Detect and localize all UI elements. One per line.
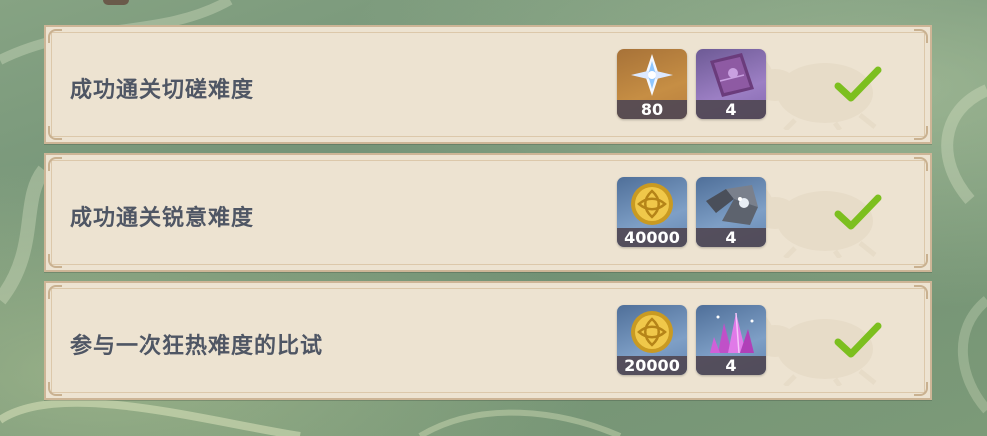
reward-count: 80 [617,100,687,119]
checkmark-icon [834,322,882,358]
heros-wit-book-icon [710,53,754,97]
reward-item-enhancement-ore[interactable]: 4 [696,177,766,247]
reward-count: 20000 [617,356,687,375]
corner-ornament [48,29,62,43]
corner-ornament [914,254,928,268]
corner-ornament [48,382,62,396]
task-label: 成功通关切磋难度 [70,78,255,103]
corner-ornament [914,285,928,299]
corner-ornament [914,126,928,140]
corner-ornament [914,382,928,396]
crystal-chunk-icon [710,312,754,354]
reward-item-mora[interactable]: 20000 [617,305,687,375]
reward-item-crystal-chunk[interactable]: 4 [696,305,766,375]
task-row: 参与一次狂热难度的比试 20000 4 [44,281,932,400]
reward-item-primogem[interactable]: 80 [617,49,687,119]
task-row: 成功通关锐意难度 40000 4 [44,153,932,272]
reward-count: 4 [696,356,766,375]
mora-coin-icon [631,183,673,225]
task-label: 成功通关锐意难度 [70,206,255,231]
reward-count: 4 [696,100,766,119]
task-row: 成功通关切磋难度 80 4 [44,25,932,144]
corner-ornament [48,285,62,299]
reward-count: 4 [696,228,766,247]
corner-ornament [48,126,62,140]
corner-ornament [914,157,928,171]
primogem-icon [631,54,673,96]
mora-coin-icon [631,311,673,353]
checkmark-icon [834,66,882,102]
enhancement-ore-icon [706,185,758,225]
task-list: 成功通关切磋难度 80 4 成功通关锐意难度 40000 4 参与一次狂热难度的… [44,25,932,409]
reward-list: 40000 4 [617,177,766,247]
reward-list: 80 4 [617,49,766,119]
task-label: 参与一次狂热难度的比试 [70,334,324,359]
corner-ornament [914,29,928,43]
corner-ornament [48,157,62,171]
reward-item-exp-book[interactable]: 4 [696,49,766,119]
reward-list: 20000 4 [617,305,766,375]
header-tab-edge [103,0,129,5]
corner-ornament [48,254,62,268]
reward-item-mora[interactable]: 40000 [617,177,687,247]
checkmark-icon [834,194,882,230]
reward-count: 40000 [617,228,687,247]
